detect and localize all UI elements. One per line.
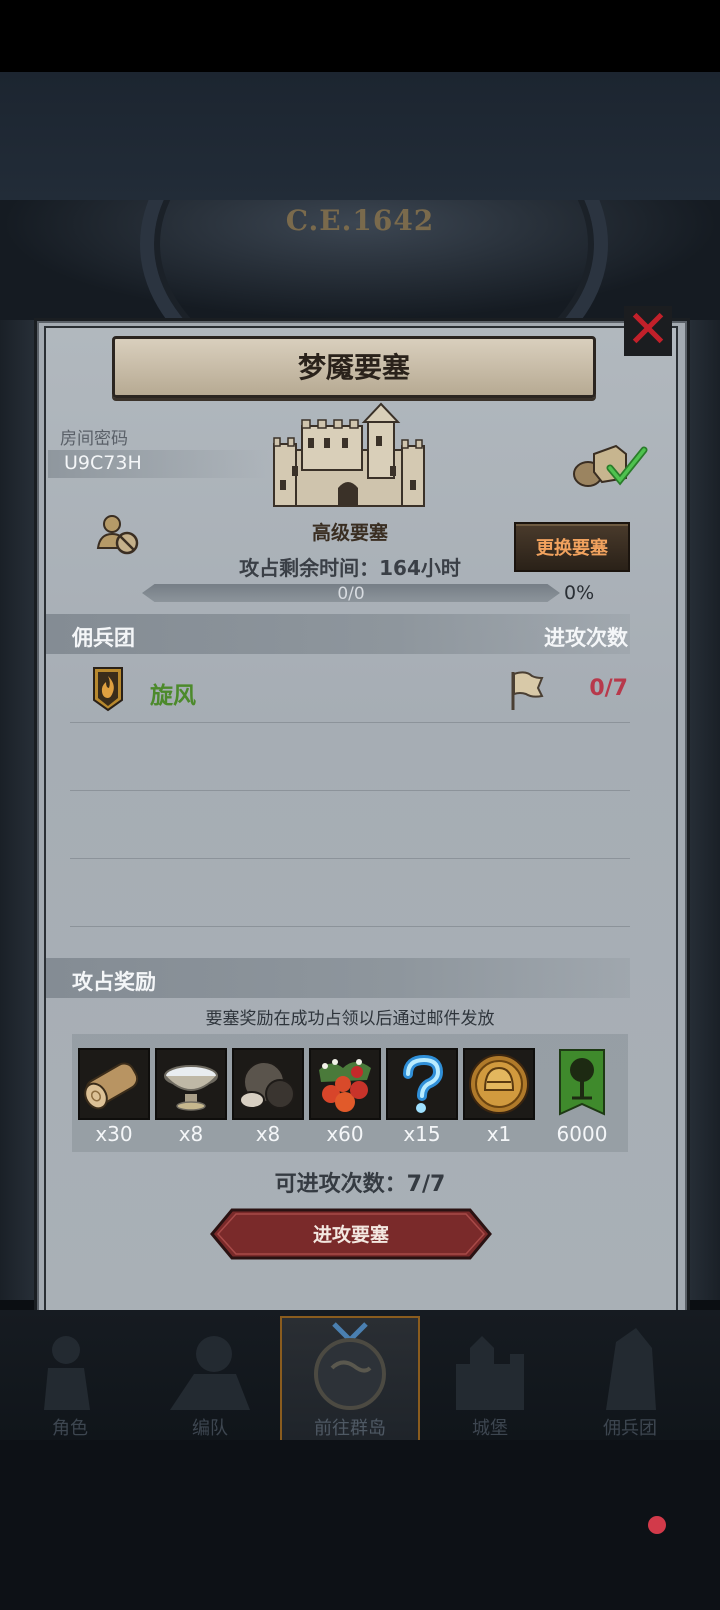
- year-display: C.E.1642: [285, 204, 435, 237]
- row-divider: [70, 858, 630, 859]
- status-bar: [0, 0, 720, 72]
- background-band: [0, 72, 720, 202]
- reward-qty: x60: [326, 1122, 364, 1146]
- castle-nav-icon: [456, 1336, 524, 1410]
- compass-icon: [314, 1322, 386, 1410]
- knight-icon: [44, 1336, 90, 1410]
- mystery-question-icon: [403, 1054, 444, 1113]
- reward-item-banner[interactable]: [546, 1048, 618, 1120]
- reward-header: 攻占奖励: [72, 970, 156, 994]
- reward-item-helmet-coin[interactable]: [463, 1048, 535, 1120]
- berries-icon: [319, 1059, 371, 1112]
- reward-item-bowl[interactable]: [155, 1048, 227, 1120]
- truffle-icon: [239, 1061, 295, 1109]
- friends-restricted-icon[interactable]: [96, 512, 140, 556]
- reward-qty: x8: [255, 1122, 281, 1146]
- occupy-time-remaining: 攻占剩余时间：164小时: [239, 556, 461, 580]
- tree-banner-icon: [559, 1049, 605, 1116]
- reward-qty: x1: [486, 1122, 512, 1146]
- reward-qty: x30: [95, 1122, 133, 1146]
- room-code-value[interactable]: U9C73H: [64, 452, 142, 474]
- reward-qty: x8: [178, 1122, 204, 1146]
- occupy-progress-percent: 0%: [564, 582, 595, 604]
- row-divider: [70, 926, 630, 927]
- close-icon[interactable]: ✕: [624, 304, 672, 356]
- bag-check-icon[interactable]: [568, 440, 648, 490]
- reward-item-wood[interactable]: [78, 1048, 150, 1120]
- nav-label[interactable]: 城堡: [420, 1414, 560, 1440]
- mercenary-name[interactable]: 旋风: [150, 676, 196, 710]
- occupy-progress-text: 0/0: [337, 584, 365, 604]
- knight-helmet-coin-icon: [469, 1054, 529, 1114]
- attempts-remaining: 可进攻次数：7/7: [274, 1172, 446, 1197]
- wood-log-icon: [84, 1062, 139, 1110]
- screen-bottom: [0, 1440, 720, 1610]
- castle-icon: [273, 402, 425, 507]
- nav-label[interactable]: 佣兵团: [560, 1414, 700, 1440]
- fire-emblem-icon: [93, 667, 123, 712]
- dialog-title: 梦魇要塞: [297, 351, 410, 384]
- formation-icon: [170, 1336, 250, 1410]
- flag-icon: [511, 671, 544, 710]
- room-code-label: 房间密码: [60, 429, 128, 449]
- reward-item-berries[interactable]: [309, 1048, 381, 1120]
- reward-item-truffle[interactable]: [232, 1048, 304, 1120]
- stone-bowl-icon: [164, 1065, 218, 1111]
- reward-item-mystery[interactable]: [386, 1048, 458, 1120]
- nav-label[interactable]: 前往群岛: [280, 1414, 420, 1440]
- fortress-level-label: 高级要塞: [311, 522, 388, 544]
- reward-note: 要塞奖励在成功占领以后通过邮件发放: [205, 1009, 495, 1029]
- mercenary-header: 佣兵团: [72, 626, 135, 650]
- nav-label[interactable]: 角色: [0, 1414, 140, 1440]
- nav-label[interactable]: 编队: [140, 1414, 280, 1440]
- mercenary-nav-icon: [606, 1328, 656, 1410]
- attacks-header: 进攻次数: [544, 626, 628, 650]
- attack-fortress-label[interactable]: 进攻要塞: [210, 1220, 492, 1247]
- reward-qty: 6000: [556, 1122, 608, 1146]
- reward-qty: x15: [403, 1122, 441, 1146]
- record-indicator: [648, 1516, 666, 1534]
- mercenary-attack-count: 0/7: [589, 676, 628, 701]
- row-divider: [70, 722, 630, 723]
- row-divider: [70, 790, 630, 791]
